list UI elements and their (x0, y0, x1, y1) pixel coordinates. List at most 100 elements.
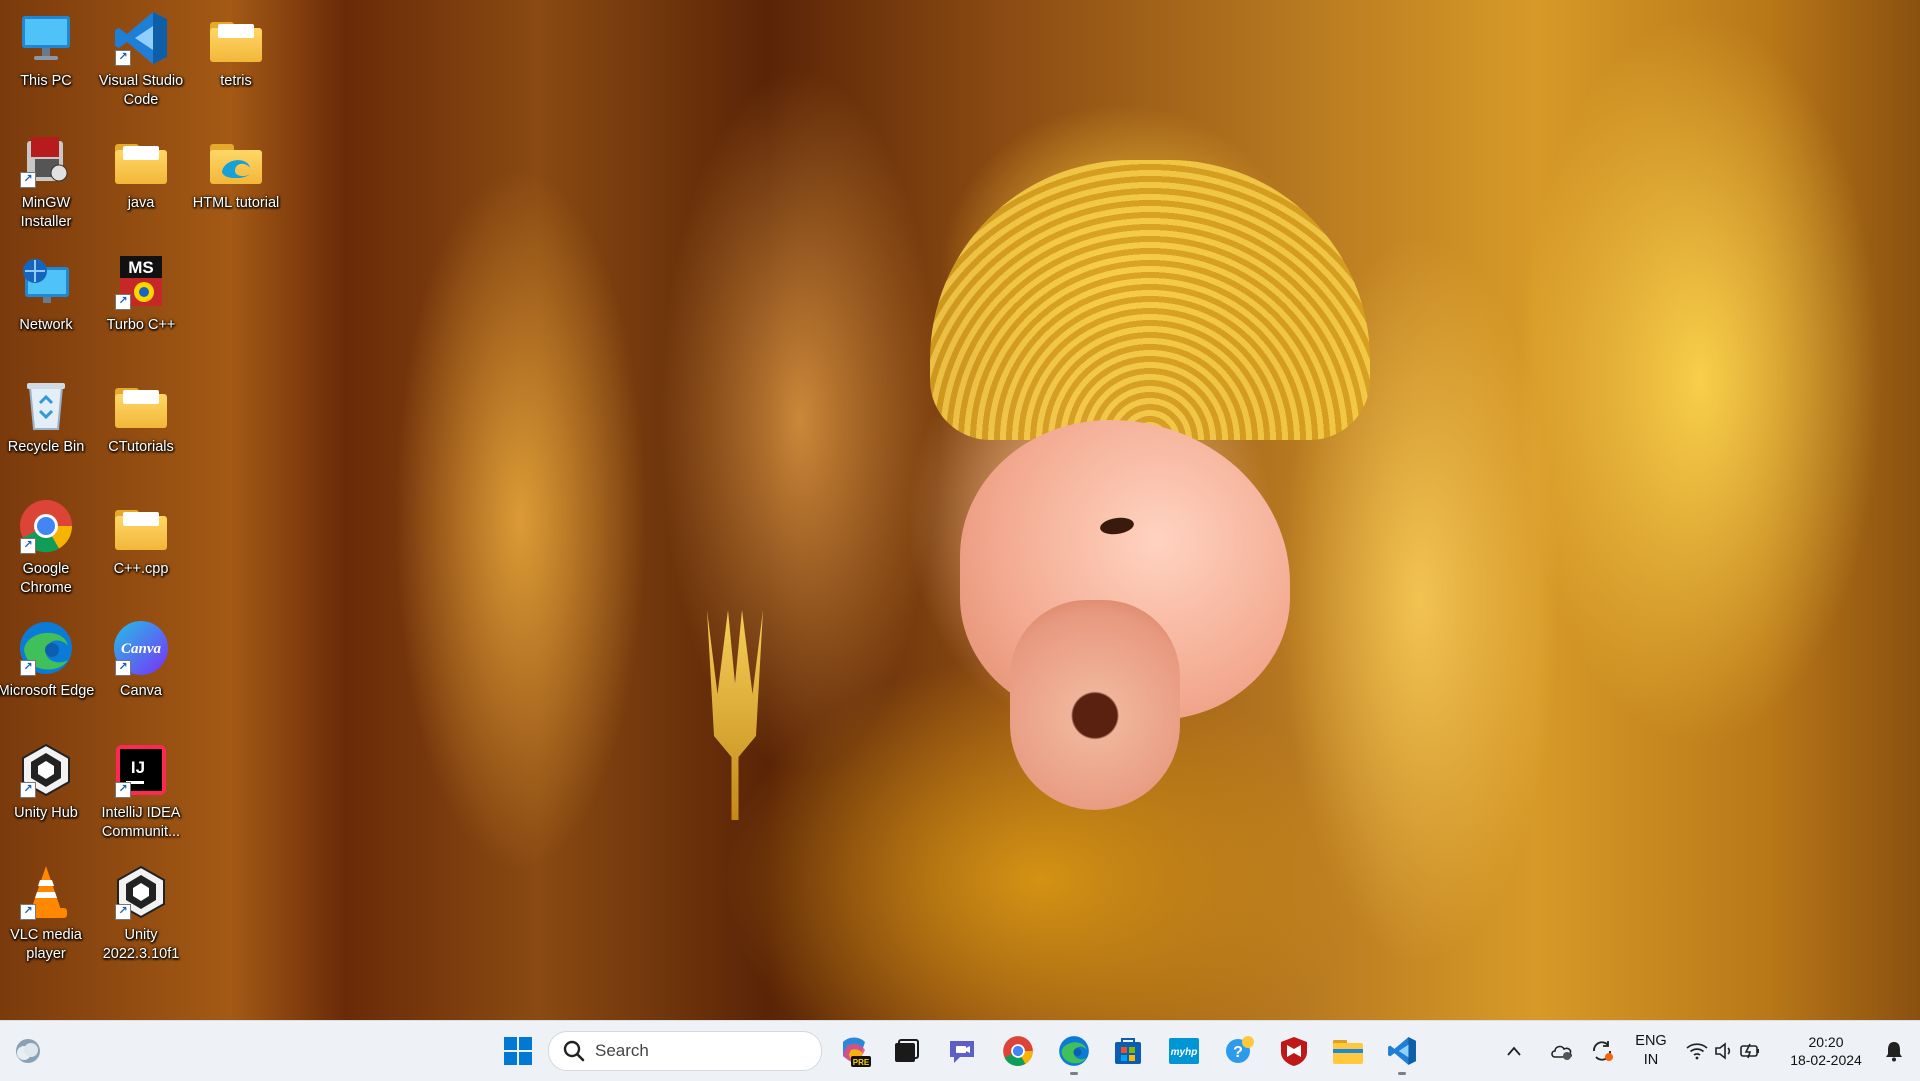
clock-date: 18-02-2024 (1790, 1052, 1862, 1068)
desktop-icon-recycle-bin[interactable]: Recycle Bin (0, 370, 92, 457)
language-code: ENG (1635, 1033, 1667, 1049)
notifications-button[interactable] (1876, 1029, 1912, 1073)
show-hidden-icons-button[interactable] (1500, 1029, 1528, 1073)
microsoft-store-button[interactable] (1106, 1029, 1150, 1073)
desktop-icon-cpp-file[interactable]: C++.cpp (95, 492, 187, 579)
mingw-icon: ↗ (18, 132, 74, 188)
copilot-pre-badge: PRE (853, 1058, 870, 1067)
vlc-icon: ↗ (18, 864, 74, 920)
desktop-icon-visual-studio-code[interactable]: ↗ Visual Studio Code (95, 4, 187, 110)
clock-date-button[interactable]: 20:20 18-02-2024 (1776, 1031, 1876, 1071)
chevron-up-icon (1507, 1046, 1521, 1056)
windows-logo-icon (504, 1037, 532, 1065)
desktop-icon-microsoft-edge[interactable]: ↗ Microsoft Edge (0, 614, 94, 701)
onedrive-status-button[interactable] (1546, 1029, 1578, 1073)
chrome-taskbar-button[interactable] (996, 1029, 1040, 1073)
shortcut-arrow-icon: ↗ (115, 660, 131, 676)
shortcut-arrow-icon: ↗ (20, 660, 36, 676)
desktop-icon-intellij[interactable]: IJ ↗ IntelliJ IDEA Communit... (95, 736, 187, 842)
desktop-icon-this-pc[interactable]: This PC (0, 4, 92, 91)
turbo-ms-text: MS (128, 258, 154, 277)
vscode-taskbar-button[interactable] (1380, 1029, 1424, 1075)
update-status-button[interactable] (1586, 1029, 1618, 1073)
shortcut-arrow-icon: ↗ (20, 172, 36, 188)
teams-chat-button[interactable] (940, 1029, 984, 1073)
desktop-icon-java[interactable]: java (95, 126, 187, 213)
desktop-icon-unity-hub[interactable]: ↗ Unity Hub (0, 736, 92, 823)
network-icon (18, 254, 74, 310)
file-explorer-button[interactable] (1326, 1029, 1370, 1073)
task-view-button[interactable] (884, 1029, 928, 1073)
monitor-icon (18, 10, 74, 66)
task-view-icon (895, 1039, 919, 1062)
weather-cloud-icon (16, 1039, 40, 1063)
desktop-icon-network[interactable]: Network (0, 248, 92, 335)
folder-icon (113, 132, 169, 188)
unity-hub-icon: ↗ (18, 742, 74, 798)
svg-text:?: ? (1233, 1044, 1243, 1061)
weather-widget-button[interactable] (6, 1029, 50, 1073)
intellij-logo-text: IJ (131, 758, 145, 777)
cloud-sync-icon (1551, 1045, 1572, 1060)
wallpaper-trident (707, 610, 763, 820)
language-indicator[interactable]: ENG IN (1628, 1031, 1674, 1071)
store-icon (1115, 1038, 1141, 1064)
desktop-icon-canva[interactable]: Canva ↗ Canva (95, 614, 187, 701)
folder-icon (113, 376, 169, 432)
edge-icon (1059, 1036, 1089, 1066)
vscode-icon: ↗ (113, 10, 169, 66)
quick-settings-button[interactable] (1682, 1029, 1766, 1073)
myhp-button[interactable]: myhp (1162, 1029, 1206, 1073)
start-button[interactable] (496, 1029, 540, 1073)
shortcut-arrow-icon: ↗ (115, 904, 131, 920)
desktop-icon-mingw-installer[interactable]: ↗ MinGW Installer (0, 126, 92, 232)
desktop-wallpaper (0, 0, 1920, 1020)
edge-icon: ↗ (18, 620, 74, 676)
recycle-bin-icon (18, 376, 74, 432)
refresh-icon (1593, 1041, 1613, 1061)
unity-icon: ↗ (113, 864, 169, 920)
folder-icon (113, 498, 169, 554)
wifi-icon (1686, 1043, 1708, 1060)
shortcut-arrow-icon: ↗ (20, 538, 36, 554)
chrome-icon (1003, 1036, 1033, 1066)
intellij-icon: IJ ↗ (113, 742, 169, 798)
vscode-icon (1388, 1037, 1416, 1065)
mcafee-shield-icon (1281, 1037, 1307, 1066)
folder-icon (208, 10, 264, 66)
desktop-icon-google-chrome[interactable]: ↗ Google Chrome (0, 492, 92, 598)
battery-charging-icon (1740, 1043, 1759, 1059)
bell-icon (1886, 1042, 1902, 1062)
edge-taskbar-button[interactable] (1052, 1029, 1096, 1075)
chrome-icon: ↗ (18, 498, 74, 554)
running-indicator (1070, 1072, 1078, 1075)
help-icon: ? (1226, 1036, 1254, 1063)
search-placeholder: Search (595, 1041, 649, 1060)
desktop-icon-vlc[interactable]: ↗ VLC media player (0, 858, 92, 964)
desktop-icon-ctutorials[interactable]: CTutorials (95, 370, 187, 457)
desktop-icon-tetris[interactable]: tetris (190, 4, 282, 91)
region-code: IN (1643, 1052, 1659, 1068)
shortcut-arrow-icon: ↗ (115, 782, 131, 798)
desktop-icon-turbo-cpp[interactable]: MS ↗ Turbo C++ (95, 248, 187, 335)
myhp-icon: myhp (1169, 1038, 1199, 1064)
wallpaper-crown (930, 160, 1370, 440)
get-help-button[interactable]: ? (1218, 1029, 1262, 1073)
desktop-icon-html-tutorial[interactable]: HTML tutorial (190, 126, 282, 213)
clock-time: 20:20 (1808, 1034, 1844, 1050)
mcafee-button[interactable] (1272, 1029, 1316, 1073)
volume-icon (1715, 1042, 1731, 1060)
folder-edge-icon (208, 132, 264, 188)
canva-logo-text: Canva (121, 641, 162, 657)
shortcut-arrow-icon: ↗ (20, 904, 36, 920)
copilot-icon: PRE (843, 1037, 871, 1067)
copilot-button[interactable]: PRE (832, 1029, 876, 1073)
teams-chat-icon (950, 1041, 974, 1063)
taskbar-search-box[interactable]: Search (548, 1031, 822, 1071)
file-explorer-icon (1333, 1040, 1363, 1064)
turbo-cpp-icon: MS ↗ (113, 254, 169, 310)
canva-icon: Canva ↗ (113, 620, 169, 676)
search-icon (563, 1040, 585, 1062)
desktop-icon-unity[interactable]: ↗ Unity 2022.3.10f1 (95, 858, 187, 964)
wallpaper-trunk (1010, 600, 1180, 810)
